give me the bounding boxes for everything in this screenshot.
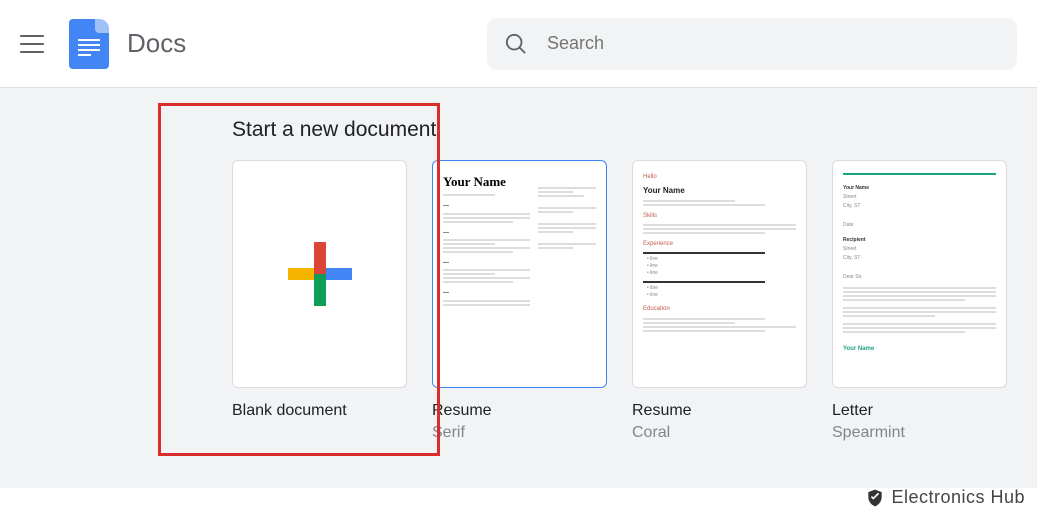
doc-preview: Your Name — — — — xyxy=(433,161,606,387)
doc-preview: Your Name Street City, ST Date Recipient… xyxy=(833,161,1006,387)
template-gallery: Start a new document Blank document Your… xyxy=(0,88,1037,488)
template-resume-coral[interactable]: Hello Your Name Skills Experience • line… xyxy=(632,160,807,442)
template-resume-serif-thumb[interactable]: Your Name — — — — xyxy=(432,160,607,388)
template-resume-serif[interactable]: Your Name — — — — xyxy=(432,160,607,442)
template-subtitle: Spearmint xyxy=(832,424,1007,442)
template-blank-thumb[interactable] xyxy=(232,160,407,388)
template-letter-spearmint[interactable]: Your Name Street City, ST Date Recipient… xyxy=(832,160,1007,442)
doc-preview: Hello Your Name Skills Experience • line… xyxy=(633,161,806,387)
template-resume-coral-thumb[interactable]: Hello Your Name Skills Experience • line… xyxy=(632,160,807,388)
app-header: Docs xyxy=(0,0,1037,88)
template-subtitle: Coral xyxy=(632,424,807,442)
template-blank[interactable]: Blank document xyxy=(232,160,407,442)
template-title: Resume xyxy=(632,402,807,420)
watermark: Electronics Hub xyxy=(865,487,1025,508)
shield-icon xyxy=(865,488,885,508)
search-icon xyxy=(505,32,527,56)
template-subtitle: Serif xyxy=(432,424,607,442)
templates-row: Blank document Your Name — — xyxy=(232,160,1032,442)
search-bar[interactable] xyxy=(487,18,1017,70)
search-input[interactable] xyxy=(547,33,999,54)
template-title: Resume xyxy=(432,402,607,420)
app-title: Docs xyxy=(127,28,186,59)
plus-icon xyxy=(288,242,352,306)
template-title: Blank document xyxy=(232,402,407,420)
template-letter-spearmint-thumb[interactable]: Your Name Street City, ST Date Recipient… xyxy=(832,160,1007,388)
section-title: Start a new document xyxy=(232,118,1032,142)
template-title: Letter xyxy=(832,402,1007,420)
docs-logo-icon[interactable] xyxy=(69,19,109,69)
main-menu-icon[interactable] xyxy=(20,35,44,53)
